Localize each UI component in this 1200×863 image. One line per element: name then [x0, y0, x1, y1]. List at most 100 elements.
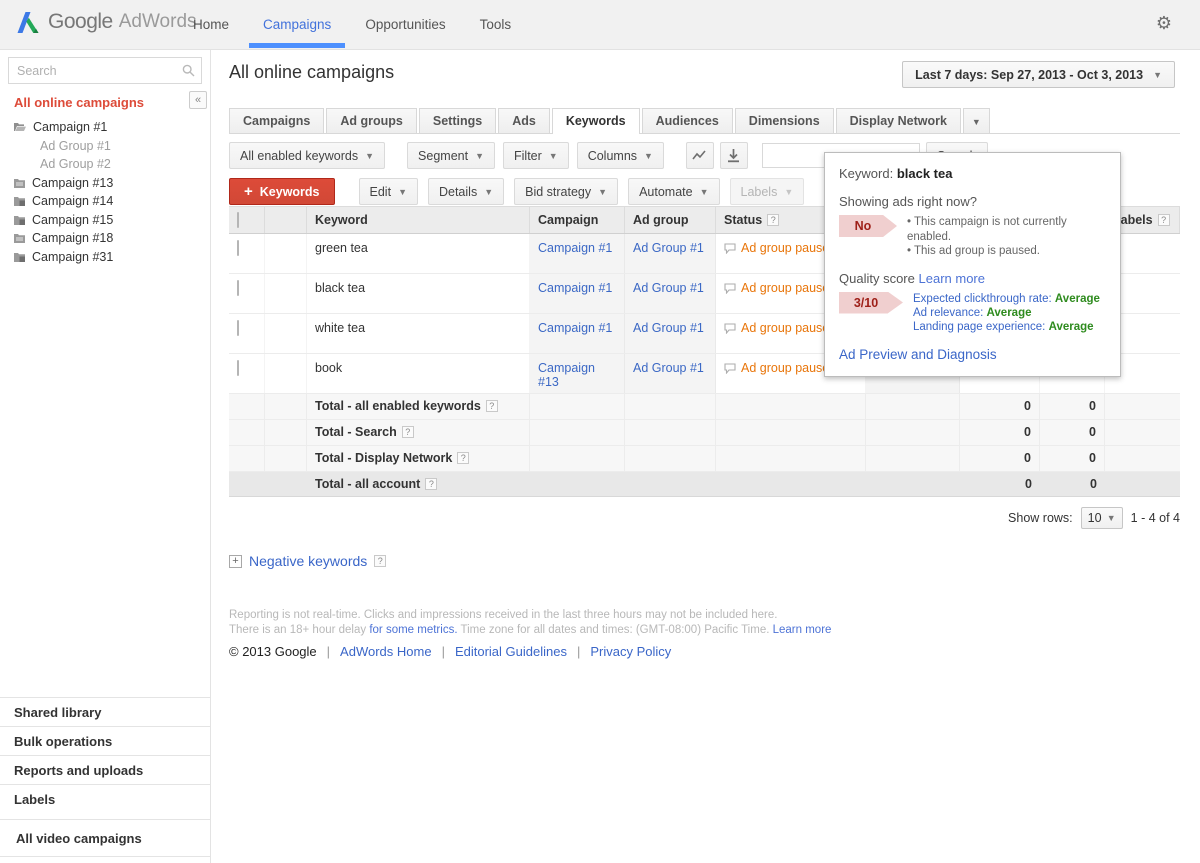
- tab-ads[interactable]: Ads: [498, 108, 550, 133]
- add-keywords-button[interactable]: + Keywords: [229, 178, 335, 205]
- help-icon[interactable]: ?: [402, 426, 414, 438]
- select-all-checkbox[interactable]: [237, 212, 239, 228]
- sidebar-item-campaign-31[interactable]: Campaign #31: [0, 248, 210, 267]
- bullet-item: This campaign is not currently enabled.: [907, 215, 1106, 244]
- separator: |: [442, 644, 445, 659]
- tab-overflow-dropdown[interactable]: ▼: [963, 108, 990, 133]
- tab-ad-groups[interactable]: Ad groups: [326, 108, 417, 133]
- sidebar-item-shared-library[interactable]: Shared library: [0, 697, 210, 726]
- show-rows-label: Show rows:: [1008, 511, 1073, 525]
- ad-group-label: Ad Group #2: [40, 157, 111, 171]
- campaign-link[interactable]: Campaign #1: [538, 321, 612, 335]
- sidebar-item-bulk-operations[interactable]: Bulk operations: [0, 726, 210, 755]
- sidebar-item-labels[interactable]: Labels: [0, 784, 210, 813]
- learn-more-link[interactable]: Learn more: [919, 271, 985, 286]
- gear-icon[interactable]: ⚙: [1156, 13, 1172, 34]
- folder-icon: [14, 178, 25, 188]
- keyword-cell[interactable]: white tea: [307, 314, 530, 353]
- tab-settings[interactable]: Settings: [419, 108, 496, 133]
- row-checkbox[interactable]: [237, 320, 239, 336]
- status-dot-header[interactable]: [265, 207, 307, 233]
- date-range-selector[interactable]: Last 7 days: Sep 27, 2013 - Oct 3, 2013 …: [902, 61, 1175, 88]
- nav-home[interactable]: Home: [193, 0, 229, 50]
- sidebar-item-all-video-campaigns[interactable]: All video campaigns: [0, 819, 210, 857]
- nav-tools[interactable]: Tools: [480, 0, 512, 50]
- help-icon[interactable]: ?: [425, 478, 437, 490]
- help-icon[interactable]: ?: [1158, 214, 1170, 226]
- sidebar-item-campaign-1[interactable]: Campaign #1: [0, 118, 210, 137]
- ad-group-link[interactable]: Ad Group #1: [633, 281, 704, 295]
- view-filter-dropdown[interactable]: All enabled keywords▼: [229, 142, 385, 169]
- total-label: Total - all enabled keywords?: [307, 394, 530, 419]
- keyword-status-dot[interactable]: [265, 274, 307, 313]
- adwords-home-link[interactable]: AdWords Home: [340, 644, 432, 659]
- total-label: Total - all account?: [307, 472, 530, 496]
- row-checkbox[interactable]: [237, 280, 239, 296]
- col-campaign[interactable]: Campaign: [530, 207, 625, 233]
- columns-dropdown[interactable]: Columns▼: [577, 142, 664, 169]
- quality-score-badge: 3/10: [839, 292, 903, 314]
- keyword-cell[interactable]: green tea: [307, 234, 530, 273]
- sidebar-item-campaign-14[interactable]: Campaign #14: [0, 192, 210, 211]
- automate-dropdown[interactable]: Automate▼: [628, 178, 719, 205]
- details-dropdown[interactable]: Details▼: [428, 178, 504, 205]
- edit-dropdown[interactable]: Edit▼: [359, 178, 418, 205]
- tab-display-network[interactable]: Display Network: [836, 108, 961, 133]
- help-icon[interactable]: ?: [486, 400, 498, 412]
- sidebar-item-campaign-18[interactable]: Campaign #18: [0, 229, 210, 248]
- help-icon[interactable]: ?: [457, 452, 469, 464]
- keyword-cell[interactable]: book: [307, 354, 530, 393]
- search-icon[interactable]: [182, 64, 195, 77]
- keyword-status-dot[interactable]: [265, 314, 307, 353]
- campaign-link[interactable]: Campaign #1: [538, 281, 612, 295]
- tab-keywords[interactable]: Keywords: [552, 108, 640, 134]
- segment-label: Segment: [418, 149, 468, 163]
- chevron-down-icon: ▼: [644, 151, 653, 161]
- tab-audiences[interactable]: Audiences: [642, 108, 733, 133]
- some-metrics-link[interactable]: for some metrics.: [369, 624, 457, 636]
- row-checkbox[interactable]: [237, 360, 239, 376]
- row-checkbox[interactable]: [237, 240, 239, 256]
- negative-keywords-link[interactable]: Negative keywords: [249, 553, 367, 569]
- keyword-status-dot[interactable]: [265, 354, 307, 393]
- footnote-text: There is an 18+ hour delay: [229, 624, 369, 636]
- privacy-policy-link[interactable]: Privacy Policy: [590, 644, 671, 659]
- search-input[interactable]: [8, 57, 202, 84]
- tab-dimensions[interactable]: Dimensions: [735, 108, 834, 133]
- logo-adwords-text: AdWords: [119, 11, 197, 33]
- ad-group-link[interactable]: Ad Group #1: [633, 241, 704, 255]
- sidebar-item-ad-group-2[interactable]: Ad Group #2: [0, 155, 210, 174]
- sidebar-item-reports-and-uploads[interactable]: Reports and uploads: [0, 755, 210, 784]
- sidebar-collapse-button[interactable]: «: [189, 91, 207, 109]
- help-icon[interactable]: ?: [767, 214, 779, 226]
- ad-group-link[interactable]: Ad Group #1: [633, 361, 704, 375]
- campaign-link[interactable]: Campaign #13: [538, 361, 595, 389]
- download-button[interactable]: [720, 142, 748, 169]
- campaign-link[interactable]: Campaign #1: [538, 241, 612, 255]
- show-rows-select[interactable]: 10 ▼: [1081, 507, 1123, 529]
- nav-campaigns[interactable]: Campaigns: [263, 0, 331, 50]
- keyword-cell[interactable]: black tea: [307, 274, 530, 313]
- tab-campaigns[interactable]: Campaigns: [229, 108, 324, 133]
- ad-preview-diagnosis-link[interactable]: Ad Preview and Diagnosis: [839, 347, 1106, 362]
- editorial-guidelines-link[interactable]: Editorial Guidelines: [455, 644, 567, 659]
- campaign-label: Campaign #1: [33, 120, 107, 134]
- sidebar-item-campaign-13[interactable]: Campaign #13: [0, 174, 210, 193]
- segment-dropdown[interactable]: Segment▼: [407, 142, 495, 169]
- sidebar-item-campaign-15[interactable]: Campaign #15: [0, 211, 210, 230]
- expand-icon[interactable]: +: [229, 555, 242, 568]
- keyword-status-dot[interactable]: [265, 234, 307, 273]
- tab-bar: Campaigns Ad groups Settings Ads Keyword…: [229, 107, 1180, 134]
- help-icon[interactable]: ?: [374, 555, 386, 567]
- ad-group-link[interactable]: Ad Group #1: [633, 321, 704, 335]
- pagination: Show rows: 10 ▼ 1 - 4 of 4: [229, 507, 1180, 529]
- nav-opportunities[interactable]: Opportunities: [365, 0, 445, 50]
- filter-dropdown[interactable]: Filter▼: [503, 142, 569, 169]
- learn-more-link[interactable]: Learn more: [773, 624, 832, 636]
- bid-strategy-dropdown[interactable]: Bid strategy▼: [514, 178, 618, 205]
- col-keyword[interactable]: Keyword: [307, 207, 530, 233]
- sidebar-item-ad-group-1[interactable]: Ad Group #1: [0, 137, 210, 156]
- chart-button[interactable]: [686, 142, 714, 169]
- sidebar-all-online-campaigns[interactable]: All online campaigns: [14, 95, 144, 110]
- col-ad-group[interactable]: Ad group: [625, 207, 716, 233]
